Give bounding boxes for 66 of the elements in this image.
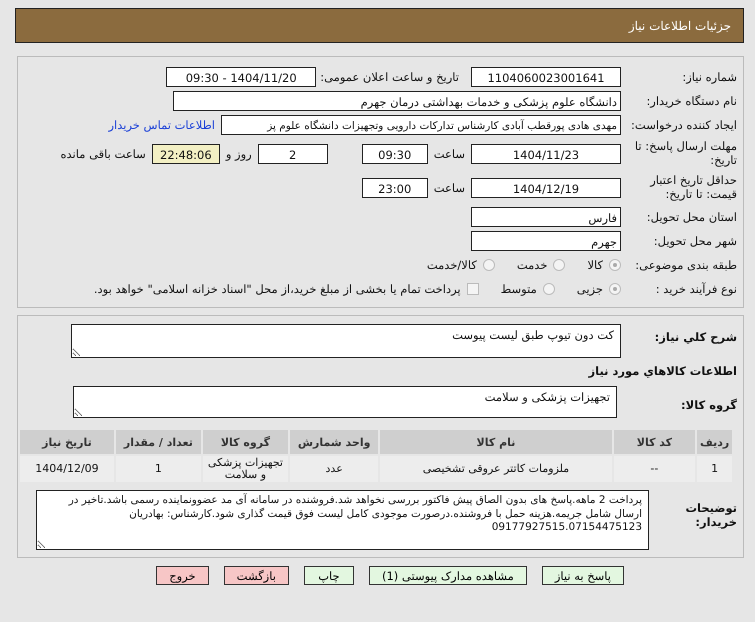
radio-button[interactable] xyxy=(553,258,566,270)
city-field: جهرم xyxy=(471,230,621,250)
field-label: طبقه بندی موضوعی: xyxy=(634,258,738,272)
action-button[interactable]: بازگشت xyxy=(224,566,289,585)
radio-button[interactable] xyxy=(542,282,555,294)
table-cell: -- xyxy=(612,455,696,483)
option-label: جزیی xyxy=(576,282,603,296)
table-cell: تجهیزات پزشکی و سلامت xyxy=(202,455,290,483)
days-field: 2 xyxy=(258,144,328,164)
option-label: متوسط xyxy=(500,282,537,296)
validity-time-field: 23:00 xyxy=(362,178,428,198)
field-label: حداقل تاریخ اعتبار قیمت: تا تاریخ: xyxy=(648,174,738,201)
option-label: کالا xyxy=(587,258,603,272)
column-header: تعداد / مقدار xyxy=(114,429,202,455)
column-header: کد کالا xyxy=(612,429,696,455)
need-number-field: 1104060023001641 xyxy=(471,66,621,86)
action-button[interactable]: خروج xyxy=(156,566,209,585)
buyer-contact-link[interactable]: اطلاعات تماس خریدار xyxy=(108,118,215,132)
field-label: تاریخ و ساعت اعلان عمومی: xyxy=(320,70,459,84)
radio-button[interactable] xyxy=(609,258,621,270)
table-cell: 1 xyxy=(114,455,202,483)
field-label: استان محل تحویل: xyxy=(646,210,738,224)
column-header: تاریخ نیاز xyxy=(19,429,115,455)
field-label: ساعت xyxy=(434,146,465,160)
table-cell: ملزومات کاتتر عروقی تشخیصی xyxy=(379,455,613,483)
option-label: کالا/خدمت xyxy=(426,258,477,272)
field-label: نوع فرآیند خرید : xyxy=(654,282,738,296)
section-title: اطلاعات کالاهاي مورد نياز xyxy=(587,364,737,378)
checkbox[interactable] xyxy=(466,282,479,294)
column-header: واحد شمارش xyxy=(289,429,380,455)
column-header: ردیف xyxy=(696,429,733,455)
field-label: شهر محل تحویل: xyxy=(652,234,738,248)
option-label: پرداخت تمام یا بخشی از مبلغ خرید،از محل "اسناد خزانه اسلامی" خواهد بود. xyxy=(94,282,461,296)
table-cell: عدد xyxy=(289,455,380,483)
field-label: گروه کالا: xyxy=(680,397,738,412)
goods-group-field[interactable]: تجهیزات پزشکی و سلامت xyxy=(73,386,617,418)
action-button[interactable]: پاسخ به نیاز xyxy=(542,566,624,585)
action-button[interactable]: مشاهده مدارک پیوستی (1) xyxy=(368,566,527,585)
page-title: جزئیات اطلاعات نیاز xyxy=(628,18,731,32)
remaining-time-field: 22:48:06 xyxy=(152,144,220,164)
field-label: روز و xyxy=(226,146,252,160)
announce-date-field: 1404/11/20 - 09:30 xyxy=(166,66,316,86)
deadline-time-field: 09:30 xyxy=(362,144,428,164)
column-header: نام کالا xyxy=(379,429,613,455)
field-label: ایجاد کننده درخواست: xyxy=(630,118,738,132)
option-label: خدمت xyxy=(516,258,548,272)
field-label: نام دستگاه خریدار: xyxy=(645,94,738,108)
table-cell: 1 xyxy=(696,455,733,483)
province-field: فارس xyxy=(471,206,621,226)
action-button[interactable]: چاپ xyxy=(304,566,354,585)
buyer-name-field: دانشگاه علوم پزشکی و خدمات بهداشتی درمان جهرم xyxy=(173,90,621,110)
field-label: ساعت باقی مانده xyxy=(60,146,146,160)
validity-date-field: 1404/12/19 xyxy=(471,178,621,198)
deadline-date-field: 1404/11/23 xyxy=(471,144,621,164)
field-label: شرح کلي نياز: xyxy=(654,329,738,344)
table-cell: 1404/12/09 xyxy=(19,455,115,483)
column-header: گروه کالا xyxy=(202,429,290,455)
field-label: مهلت ارسال پاسخ: تا تاریخ: xyxy=(634,140,738,167)
field-label: توضیحات خریدار: xyxy=(684,500,738,530)
requester-field: مهدی هادی پورقطب آبادی کارشناس تدارکات دارویی وتجهیزات دانشگاه علوم پز xyxy=(221,114,621,134)
field-label: ساعت xyxy=(434,180,465,194)
radio-button[interactable] xyxy=(482,258,495,270)
description-field[interactable]: کت دون تیوپ طبق لیست پیوست xyxy=(71,324,621,358)
field-label: شماره نیاز: xyxy=(681,70,738,84)
radio-button[interactable] xyxy=(609,282,621,294)
buyer-notes-field[interactable]: پرداخت 2 ماهه.پاسخ های بدون الصاق پیش فاکتور بررسی نخواهد شد.فروشنده در سامانه آی مد عضوونماینده رسمی باشد.تاخیر در ارسال شامل جریمه.هزینه حمل با فروشنده.درصورت موجودی کامل لیست فوق قیمت گذاری شود.کارشناس: بهادریان 09177927515.07154475123 xyxy=(36,490,649,550)
